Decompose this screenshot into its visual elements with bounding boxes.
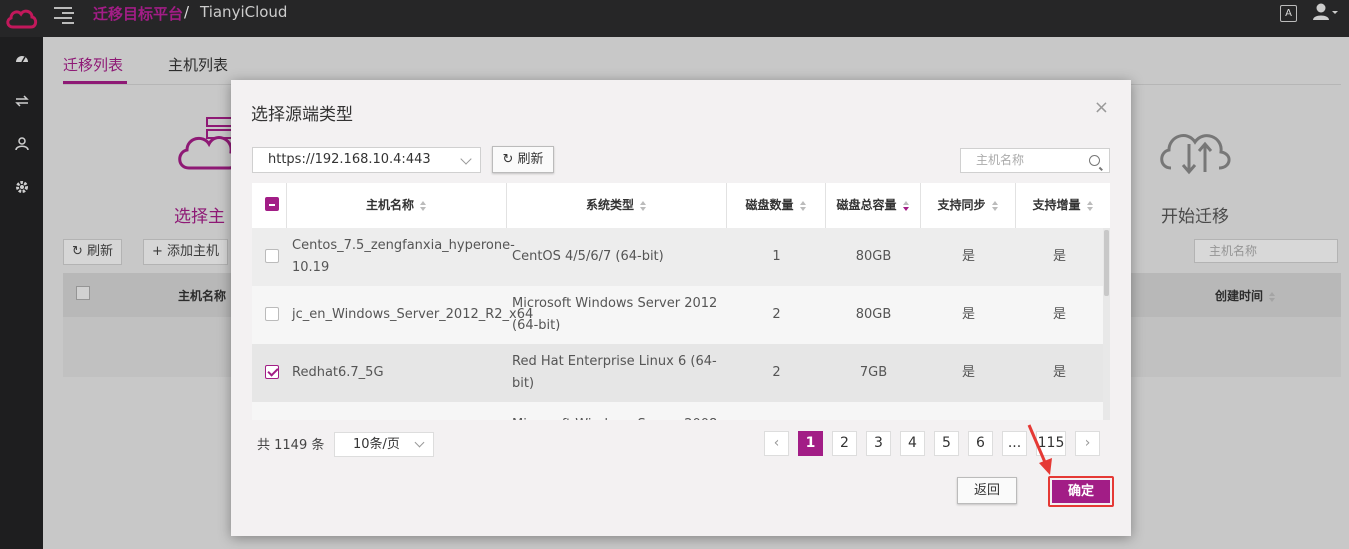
row-checkbox[interactable] [265,249,279,263]
os-type-cell: Microsoft Windows Server 2012 (64-bit) [512,296,718,333]
disk-capacity-cell: 80GB [855,307,892,322]
disk-capacity-cell: 7GB [859,365,888,380]
menu-toggle-icon[interactable] [54,4,74,24]
select-all-cell [252,183,287,228]
os-type-cell: Red Hat Enterprise Linux 6 (64-bit) [512,354,717,391]
translate-icon[interactable]: A [1280,5,1297,22]
dialog-title: 选择源端类型 [251,105,353,125]
col-os-type[interactable]: 系统类型 [507,183,727,228]
sort-icon[interactable] [1086,200,1094,211]
table-row[interactable]: Microsoft Windows Server 2008 [252,402,1103,420]
page-3-button[interactable]: 3 [866,431,891,456]
side-nav [0,37,43,549]
annotation-arrow-icon [1027,424,1052,475]
host-table: 主机名称 系统类型 磁盘数量 磁盘总容量 支持同步 支持增量 Centos_7.… [252,183,1110,420]
prev-page-button[interactable]: ‹ [764,431,789,456]
disk-count-cell: 1 [772,249,781,264]
breadcrumb-separator: / [184,3,190,21]
incremental-support-cell: 是 [1052,249,1066,264]
scrollbar-thumb[interactable] [1104,230,1109,296]
back-button[interactable]: 返回 [957,477,1017,504]
cloud-logo-icon[interactable] [0,0,43,37]
table-row[interactable]: jc_en_Windows_Server_2012_R2_x64 Microso… [252,286,1103,344]
col-incremental-support[interactable]: 支持增量 [1016,183,1110,228]
dashboard-icon[interactable] [14,50,30,66]
total-count: 共 1149 条 [257,438,325,453]
sync-support-cell: 是 [961,365,975,380]
sort-desc-icon[interactable] [902,200,910,211]
search-icon[interactable] [1089,155,1100,166]
page-size-select[interactable]: 10条/页 [334,432,434,457]
chevron-down-icon [460,153,472,165]
refresh-button[interactable]: ↻ 刷新 [492,146,554,173]
gear-icon[interactable] [14,179,30,195]
page-2-button[interactable]: 2 [832,431,857,456]
user-menu-icon[interactable] [1311,2,1339,24]
page-4-button[interactable]: 4 [900,431,925,456]
host-name-cell: jc_en_Windows_Server_2012_R2_x64 [292,307,534,322]
disk-count-cell: 2 [772,365,781,380]
page-6-button[interactable]: 6 [968,431,993,456]
disk-count-cell: 2 [772,307,781,322]
incremental-support-cell: 是 [1052,365,1066,380]
incremental-support-cell: 是 [1052,307,1066,322]
next-page-button[interactable]: › [1075,431,1100,456]
select-source-dialog: 选择源端类型 × https://192.168.10.4:443 ↻ 刷新 主… [231,80,1131,536]
os-type-cell: Microsoft Windows Server 2008 [512,396,722,420]
row-checkbox-checked[interactable] [265,365,279,379]
sort-icon[interactable] [640,200,647,211]
page-5-button[interactable]: 5 [934,431,959,456]
host-name-cell: Redhat6.7_5G [292,365,384,380]
page-1-button[interactable]: 1 [798,431,823,456]
col-disk-capacity[interactable]: 磁盘总容量 [826,183,921,228]
migrate-arrows-icon[interactable] [14,93,30,109]
table-header: 主机名称 系统类型 磁盘数量 磁盘总容量 支持同步 支持增量 [252,183,1110,228]
host-name-cell: Centos_7.5_zengfanxia_hyperone-10.19 [292,238,515,275]
host-search-input[interactable]: 主机名称 [960,148,1110,173]
confirm-button[interactable]: 确定 [1052,480,1110,503]
sync-support-cell: 是 [961,249,975,264]
row-checkbox[interactable] [265,307,279,321]
breadcrumb-current: TianyiCloud [200,3,288,21]
page-ellipsis-button[interactable]: ... [1002,431,1027,456]
sort-icon[interactable] [991,200,999,211]
disk-capacity-cell: 80GB [855,249,892,264]
os-type-cell: CentOS 4/5/6/7 (64-bit) [512,249,664,264]
col-sync-support[interactable]: 支持同步 [921,183,1016,228]
select-all-checkbox[interactable] [265,197,279,211]
chevron-down-icon [414,437,425,448]
sort-icon[interactable] [799,200,807,211]
table-scrollbar[interactable] [1103,228,1110,420]
platform-brand[interactable]: 迁移目标平台 [93,3,183,24]
sync-support-cell: 是 [961,307,975,322]
users-icon[interactable] [14,136,30,152]
col-disk-count[interactable]: 磁盘数量 [727,183,826,228]
table-row[interactable]: Redhat6.7_5G Red Hat Enterprise Linux 6 … [252,344,1103,402]
table-row[interactable]: Centos_7.5_zengfanxia_hyperone-10.19 Cen… [252,228,1103,286]
source-endpoint-select[interactable]: https://192.168.10.4:443 [252,147,481,173]
close-icon[interactable]: × [1094,99,1109,117]
top-bar: 迁移目标平台 / TianyiCloud A [0,0,1349,37]
col-host-name[interactable]: 主机名称 [287,183,507,228]
sort-icon[interactable] [420,200,427,211]
